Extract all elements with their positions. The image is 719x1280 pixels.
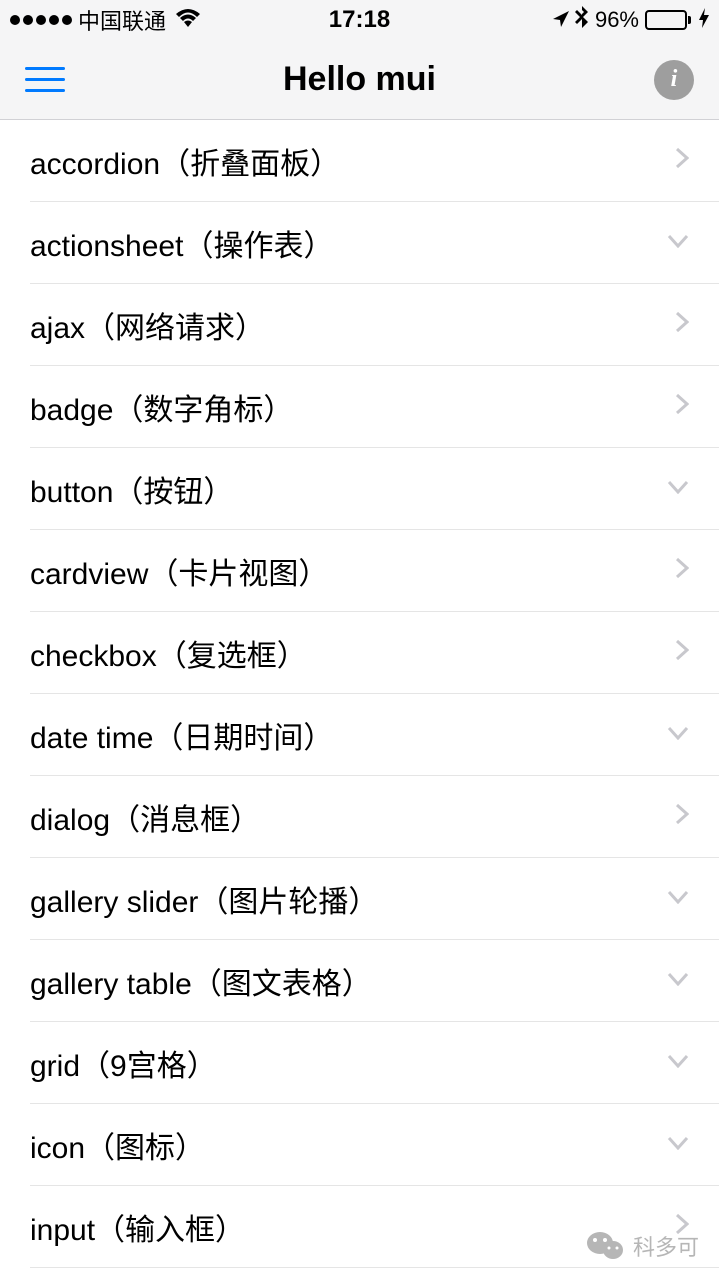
list-item-badge[interactable]: badge（数字角标）	[30, 366, 719, 448]
list-item-label: actionsheet（操作表）	[30, 221, 333, 265]
list-item-ajax[interactable]: ajax（网络请求）	[30, 284, 719, 366]
status-left: 中国联通	[10, 4, 200, 36]
list-item-label: input（输入框）	[30, 1205, 245, 1249]
list-item-gallery-table[interactable]: gallery table（图文表格）	[30, 940, 719, 1022]
status-right: 96%	[553, 6, 709, 34]
battery-percent: 96%	[595, 7, 639, 33]
chevron-down-icon	[667, 477, 689, 500]
nav-bar: Hello mui i	[0, 40, 719, 120]
list-item-actionsheet[interactable]: actionsheet（操作表）	[30, 202, 719, 284]
list-item-label: cardview（卡片视图）	[30, 549, 328, 593]
list-item-label: icon（图标）	[30, 1123, 205, 1167]
status-time: 17:18	[329, 6, 390, 34]
chevron-right-icon	[675, 803, 689, 831]
watermark-text: 科多可	[633, 1230, 699, 1262]
chevron-right-icon	[675, 557, 689, 585]
page-title: Hello mui	[283, 60, 436, 99]
chevron-down-icon	[667, 969, 689, 992]
chevron-right-icon	[675, 393, 689, 421]
list-item-label: ajax（网络请求）	[30, 303, 265, 347]
list-item-grid[interactable]: grid（9宫格）	[30, 1022, 719, 1104]
component-list: accordion（折叠面板） actionsheet（操作表） ajax（网络…	[0, 120, 719, 1268]
chevron-down-icon	[667, 1051, 689, 1074]
list-item-datetime[interactable]: date time（日期时间）	[30, 694, 719, 776]
list-item-label: grid（9宫格）	[30, 1041, 217, 1085]
chevron-down-icon	[667, 723, 689, 746]
menu-icon[interactable]	[25, 67, 65, 92]
chevron-down-icon	[667, 231, 689, 254]
list-item-label: date time（日期时间）	[30, 713, 333, 757]
list-item-accordion[interactable]: accordion（折叠面板）	[30, 120, 719, 202]
wifi-icon	[176, 7, 200, 33]
list-item-label: badge（数字角标）	[30, 385, 293, 429]
carrier-label: 中国联通	[78, 4, 166, 36]
bluetooth-icon	[575, 6, 589, 34]
list-item-label: dialog（消息框）	[30, 795, 260, 839]
chevron-down-icon	[667, 887, 689, 910]
list-item-label: checkbox（复选框）	[30, 631, 307, 675]
chevron-right-icon	[675, 311, 689, 339]
chevron-down-icon	[667, 1133, 689, 1156]
list-item-label: gallery table（图文表格）	[30, 959, 372, 1003]
list-item-button[interactable]: button（按钮）	[30, 448, 719, 530]
list-item-label: button（按钮）	[30, 467, 233, 511]
list-item-label: gallery slider（图片轮播）	[30, 877, 378, 921]
watermark: 科多可	[587, 1230, 699, 1262]
list-item-checkbox[interactable]: checkbox（复选框）	[30, 612, 719, 694]
list-item-icon[interactable]: icon（图标）	[30, 1104, 719, 1186]
battery-icon	[645, 10, 691, 30]
list-item-gallery-slider[interactable]: gallery slider（图片轮播）	[30, 858, 719, 940]
info-icon[interactable]: i	[654, 60, 694, 100]
wechat-icon	[587, 1231, 623, 1261]
status-bar: 中国联通 17:18 96%	[0, 0, 719, 40]
chevron-right-icon	[675, 147, 689, 175]
list-item-cardview[interactable]: cardview（卡片视图）	[30, 530, 719, 612]
list-item-dialog[interactable]: dialog（消息框）	[30, 776, 719, 858]
signal-strength-icon	[10, 15, 72, 25]
charging-icon	[699, 8, 709, 33]
chevron-right-icon	[675, 639, 689, 667]
list-item-label: accordion（折叠面板）	[30, 139, 340, 183]
location-icon	[553, 7, 569, 33]
